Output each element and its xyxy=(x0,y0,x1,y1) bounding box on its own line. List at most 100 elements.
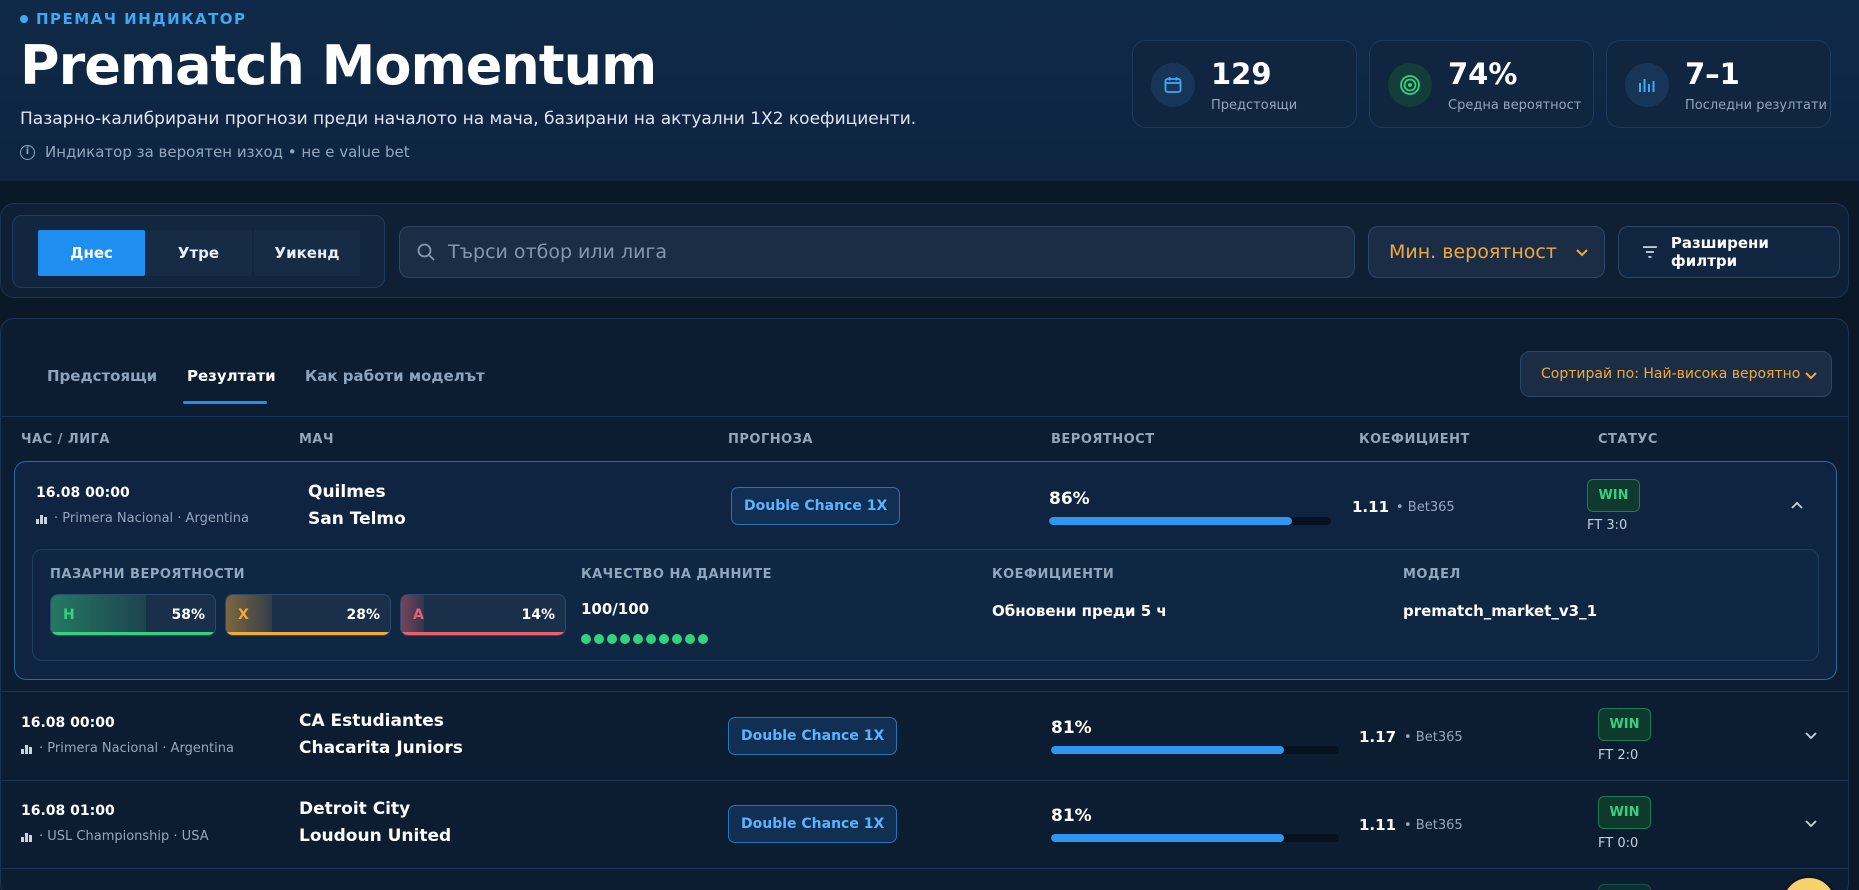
prediction-badge: Double Chance 1X xyxy=(728,717,898,755)
day-segmented-control: Днес Утре Уикенд xyxy=(12,215,385,288)
match-details-panel: ПАЗАРНИ ВЕРОЯТНОСТИ H 58% X 28% A 14% КА… xyxy=(32,549,1819,661)
column-header-match: МАЧ xyxy=(299,432,335,447)
league-name: · USL Championship · USA xyxy=(39,829,209,844)
probability-value: 81% xyxy=(1051,806,1092,826)
away-team: Loudoun United xyxy=(299,826,452,846)
collapse-row-button[interactable] xyxy=(1785,494,1809,518)
quality-dot xyxy=(581,634,591,644)
data-quality-label: КАЧЕСТВО НА ДАННИТЕ xyxy=(581,567,772,582)
bar-chart-icon xyxy=(1625,63,1669,107)
stat-label: Средна вероятност xyxy=(1448,98,1582,113)
match-time: 16.08 01:00 xyxy=(21,803,115,819)
kicker: ПРЕМАЧ ИНДИКАТОР xyxy=(20,10,247,28)
advanced-filters-button[interactable]: Разширени филтри xyxy=(1618,226,1840,278)
model-label: МОДЕЛ xyxy=(1403,567,1461,582)
column-header-probability: ВЕРОЯТНОСТ xyxy=(1051,432,1155,447)
final-score: FT 2:0 xyxy=(1598,748,1639,763)
probability-bar-fill xyxy=(1049,517,1292,525)
status-badge: WIN xyxy=(1587,479,1640,512)
tab-upcoming[interactable]: Предстоящи xyxy=(47,367,157,385)
chevron-down-icon xyxy=(1576,249,1588,257)
column-header-prediction: ПРОГНОЗА xyxy=(728,432,813,447)
probability-value: 86% xyxy=(1049,489,1090,509)
filter-bar: Днес Утре Уикенд Мин. вероятност Разшире… xyxy=(0,203,1849,298)
expand-row-button[interactable] xyxy=(1799,723,1823,747)
search-input[interactable] xyxy=(448,241,1328,263)
min-probability-label: Мин. вероятност xyxy=(1389,241,1557,263)
expand-row-button[interactable] xyxy=(1799,811,1823,835)
sort-label: Сортирай по: Най-висока вероятно xyxy=(1541,366,1801,382)
match-league: · Primera Nacional · Argentina xyxy=(36,511,249,526)
market-probability-label: X xyxy=(238,607,249,623)
odds-value: 1.11 xyxy=(1352,498,1390,516)
market-probability-draw: X 28% xyxy=(225,594,391,636)
prediction-badge: Double Chance 1X xyxy=(728,805,898,843)
column-header-odds: КОЕФИЦИЕНТ xyxy=(1359,432,1470,447)
advanced-filters-label: Разширени филтри xyxy=(1670,234,1769,270)
data-quality-value: 100/100 xyxy=(581,600,650,618)
quality-dot xyxy=(698,634,708,644)
quality-dot xyxy=(594,634,604,644)
league-icon xyxy=(36,514,48,524)
stat-label: Предстоящи xyxy=(1211,98,1298,113)
odds-label: КОЕФИЦИЕНТИ xyxy=(992,567,1115,582)
league-name: · Primera Nacional · Argentina xyxy=(54,511,249,526)
probability-value: 81% xyxy=(1051,718,1092,738)
divider xyxy=(1,691,1848,692)
home-team: Quilmes xyxy=(308,482,386,502)
market-probability-underline xyxy=(401,632,565,635)
day-button-today[interactable]: Днес xyxy=(38,230,145,276)
away-team: Chacarita Juniors xyxy=(299,738,463,758)
probability-bar-fill xyxy=(1051,834,1285,842)
data-quality-dots xyxy=(581,634,708,644)
market-probabilities-label: ПАЗАРНИ ВЕРОЯТНОСТИ xyxy=(50,567,246,582)
header: ПРЕМАЧ ИНДИКАТОР Prematch Momentum Пазар… xyxy=(0,0,1859,181)
quality-dot xyxy=(685,634,695,644)
min-probability-select[interactable]: Мин. вероятност xyxy=(1368,226,1605,278)
stat-label: Последни резултати xyxy=(1685,98,1827,113)
chevron-up-icon xyxy=(1791,501,1803,509)
target-icon xyxy=(1388,63,1432,107)
tab-how-model-works[interactable]: Как работи моделът xyxy=(305,367,485,385)
tab-results[interactable]: Резултати xyxy=(187,367,276,385)
chevron-down-icon xyxy=(1805,820,1817,828)
day-button-weekend[interactable]: Уикенд xyxy=(254,230,360,276)
status-badge: WIN xyxy=(1598,796,1651,829)
filter-icon xyxy=(1642,246,1657,258)
stat-card-avg-probability: 74% Средна вероятност xyxy=(1369,40,1594,128)
market-probability-percent: 28% xyxy=(346,607,380,623)
market-probability-label: H xyxy=(63,607,75,623)
info-icon: i xyxy=(20,144,35,160)
page-subtitle: Пазарно-калибрирани прогнози преди начал… xyxy=(20,109,917,129)
search-box[interactable] xyxy=(399,226,1355,278)
stat-value: 7–1 xyxy=(1685,57,1740,91)
stat-value: 129 xyxy=(1211,57,1272,91)
quality-dot xyxy=(633,634,643,644)
disclaimer-note: i Индикатор за вероятен изход • не е val… xyxy=(20,143,410,161)
status-badge-partial xyxy=(1598,884,1651,890)
quality-dot xyxy=(620,634,630,644)
stat-card-recent-results: 7–1 Последни резултати xyxy=(1606,40,1831,128)
market-probability-label: A xyxy=(413,607,424,623)
league-name: · Primera Nacional · Argentina xyxy=(39,741,234,756)
stat-card-upcoming: 129 Предстоящи xyxy=(1132,40,1357,128)
market-probability-away: A 14% xyxy=(400,594,566,636)
market-probability-percent: 14% xyxy=(521,607,555,623)
match-time: 16.08 00:00 xyxy=(36,485,130,501)
day-button-tomorrow[interactable]: Утре xyxy=(145,230,252,276)
disclaimer-text: Индикатор за вероятен изход • не е value… xyxy=(45,143,410,161)
stat-value: 74% xyxy=(1448,57,1518,91)
final-score: FT 3:0 xyxy=(1587,518,1628,533)
quality-dot xyxy=(659,634,669,644)
odds-updated: Обновени преди 5 ч xyxy=(992,602,1167,620)
prediction-badge: Double Chance 1X xyxy=(731,487,901,525)
chevron-down-icon xyxy=(1805,372,1817,380)
calendar-icon xyxy=(1151,63,1195,107)
match-league: · Primera Nacional · Argentina xyxy=(21,741,234,756)
home-team: CA Estudiantes xyxy=(299,711,444,731)
probability-bar xyxy=(1049,517,1331,525)
bookmaker: • Bet365 xyxy=(1404,730,1463,745)
quality-dot xyxy=(672,634,682,644)
sort-select[interactable]: Сортирай по: Най-висока вероятно xyxy=(1520,351,1832,397)
league-icon xyxy=(21,744,33,754)
